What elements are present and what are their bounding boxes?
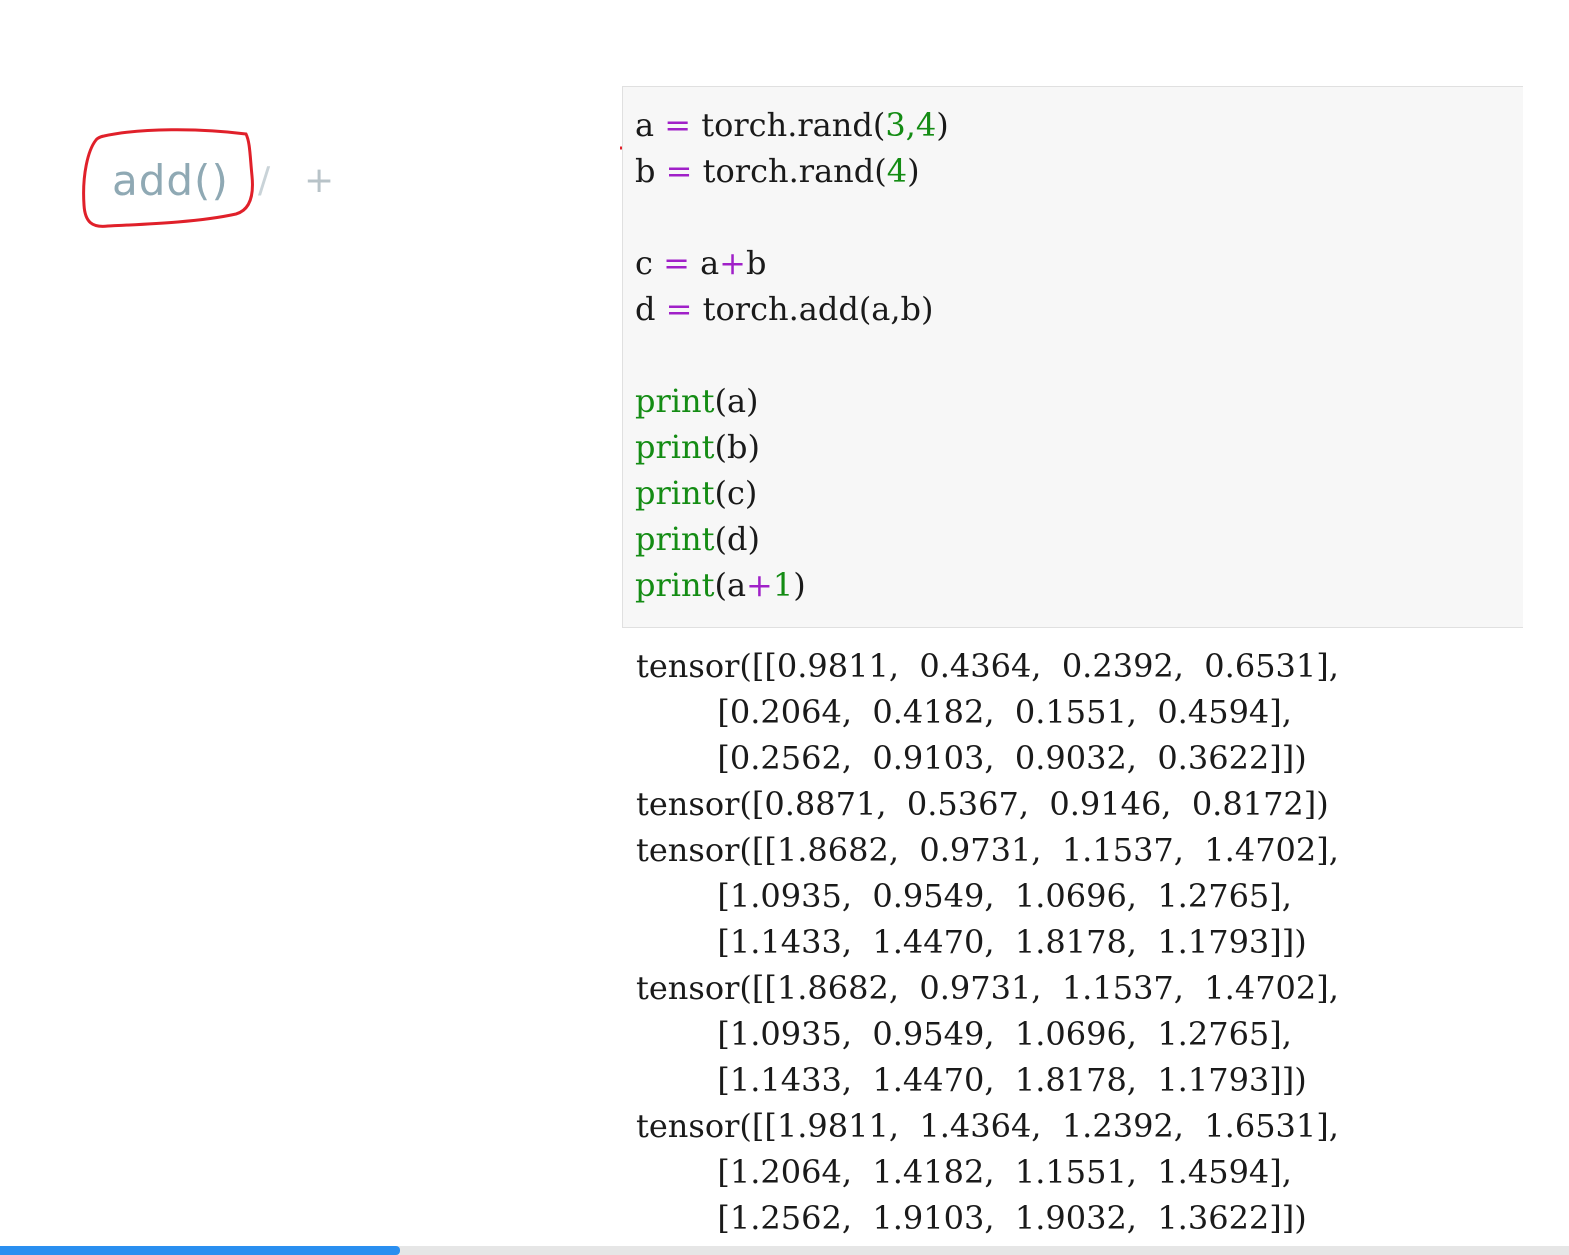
print-keyword: print xyxy=(635,566,715,604)
output-line: [1.0935, 0.9549, 1.0696, 1.2765], xyxy=(636,877,1292,915)
operand-right: b xyxy=(745,244,767,282)
plus-operator-label: + xyxy=(304,160,335,201)
expression: torch.add(a,b) xyxy=(702,290,934,328)
print-keyword: print xyxy=(635,474,715,512)
var-name: d xyxy=(635,290,656,328)
print-argument-open: (a xyxy=(714,566,747,604)
print-keyword: print xyxy=(635,382,715,420)
code-line-d: d = torch.add(a,b) xyxy=(635,293,934,325)
code-line-print-a-plus-1: print(a+1) xyxy=(635,569,806,601)
annotation-area: add() / + xyxy=(0,0,600,300)
output-line: [1.2064, 1.4182, 1.1551, 1.4594], xyxy=(636,1153,1292,1191)
print-keyword: print xyxy=(635,520,715,558)
output-line: tensor([[1.8682, 0.9731, 1.1537, 1.4702]… xyxy=(636,831,1339,869)
code-cell[interactable]: a = torch.rand(3,4) b = torch.rand(4) c … xyxy=(622,86,1523,628)
function-label: add() xyxy=(112,156,229,205)
expression-close: ) xyxy=(907,152,920,190)
output-line: tensor([0.8871, 0.5367, 0.9146, 0.8172]) xyxy=(636,785,1329,823)
expression: torch.rand( xyxy=(701,106,886,144)
video-progress-bar[interactable] xyxy=(0,1246,1569,1255)
output-line: [1.1433, 1.4470, 1.8178, 1.1793]]) xyxy=(636,1061,1307,1099)
print-argument: (b) xyxy=(714,428,760,466)
arguments: 3,4 xyxy=(885,106,937,144)
print-argument: (a) xyxy=(714,382,759,420)
output-line: tensor([[0.9811, 0.4364, 0.2392, 0.6531]… xyxy=(636,647,1339,685)
code-line-a: a = torch.rand(3,4) xyxy=(635,109,949,141)
var-name: a xyxy=(635,106,655,144)
plus-operator: + xyxy=(746,566,773,604)
var-name: c xyxy=(635,244,653,282)
output-line: [0.2562, 0.9103, 0.9032, 0.3622]]) xyxy=(636,739,1307,777)
output-line: tensor([[1.8682, 0.9731, 1.1537, 1.4702]… xyxy=(636,969,1339,1007)
separator-slash: / xyxy=(258,160,271,201)
print-argument: (d) xyxy=(714,520,760,558)
code-line-c: c = a+b xyxy=(635,247,766,279)
assign-operator: = xyxy=(665,152,693,190)
expression: torch.rand( xyxy=(702,152,887,190)
code-line-print-a: print(a) xyxy=(635,385,759,417)
var-name: b xyxy=(635,152,656,190)
code-line-print-b: print(b) xyxy=(635,431,760,463)
output-line: tensor([[1.9811, 1.4364, 1.2392, 1.6531]… xyxy=(636,1107,1339,1145)
output-line: [0.2064, 0.4182, 0.1551, 0.4594], xyxy=(636,693,1292,731)
video-progress-fill xyxy=(0,1246,401,1255)
assign-operator: = xyxy=(665,290,693,328)
expression-close: ) xyxy=(936,106,949,144)
code-line-print-c: print(c) xyxy=(635,477,757,509)
print-keyword: print xyxy=(635,428,715,466)
arguments: 4 xyxy=(886,152,908,190)
operand-left: a xyxy=(700,244,720,282)
assign-operator: = xyxy=(664,106,692,144)
number-literal: 1 xyxy=(772,566,794,604)
print-argument: (c) xyxy=(714,474,758,512)
output-line: [1.2562, 1.9103, 1.9032, 1.3622]]) xyxy=(636,1199,1307,1237)
code-line-b: b = torch.rand(4) xyxy=(635,155,920,187)
print-argument-close: ) xyxy=(793,566,806,604)
output-line: [1.1433, 1.4470, 1.8178, 1.1793]]) xyxy=(636,923,1307,961)
assign-operator: = xyxy=(663,244,690,282)
plus-operator: + xyxy=(719,244,746,282)
output-line: [1.0935, 0.9549, 1.0696, 1.2765], xyxy=(636,1015,1292,1053)
code-line-print-d: print(d) xyxy=(635,523,760,555)
